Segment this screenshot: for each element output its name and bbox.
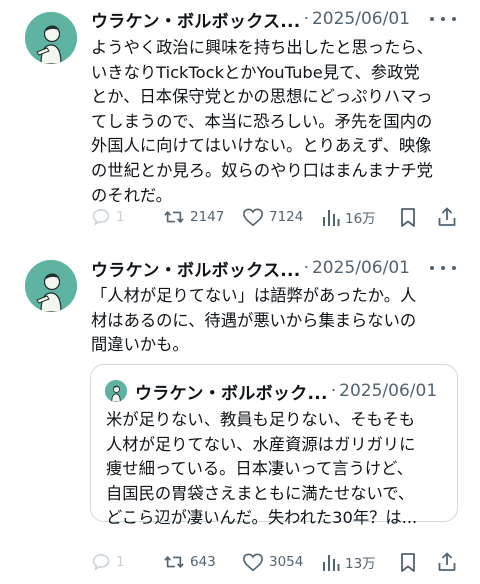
- like-count: 3054: [269, 554, 304, 570]
- action-bar: 1 2147 7124 16万: [91, 205, 460, 229]
- views-button[interactable]: 13万: [322, 550, 376, 574]
- post-date[interactable]: 2025/06/01: [312, 258, 410, 278]
- action-bar: 1 643 3054 13万: [91, 550, 460, 574]
- repost-button[interactable]: 2147: [163, 205, 224, 229]
- separator: ·: [303, 258, 309, 278]
- like-button[interactable]: 3054: [242, 550, 303, 574]
- separator: ·: [330, 381, 337, 401]
- author-name[interactable]: ウラケン・ボルボックス...: [91, 7, 301, 32]
- quoted-header: ウラケン・ボルボック... · 2025/06/01: [135, 378, 437, 404]
- like-count: 7124: [269, 209, 304, 225]
- share-icon: [437, 207, 457, 227]
- repost-count: 2147: [190, 209, 225, 225]
- heart-icon: [242, 552, 264, 572]
- avatar[interactable]: [25, 260, 77, 312]
- share-button[interactable]: [437, 205, 457, 229]
- views-button[interactable]: 16万: [322, 205, 376, 229]
- bookmark-button[interactable]: [399, 550, 417, 574]
- repost-count: 643: [190, 554, 216, 570]
- heart-icon: [242, 207, 264, 227]
- reply-count: 1: [116, 554, 125, 570]
- bookmark-icon: [399, 552, 417, 572]
- reply-icon: [91, 207, 111, 227]
- reply-count: 1: [116, 209, 125, 225]
- bookmark-icon: [399, 207, 417, 227]
- repost-icon: [163, 552, 185, 572]
- views-count: 13万: [345, 556, 376, 572]
- post[interactable]: ウラケン・ボルボックス... · 2025/06/01 「人材が足りてない」は語…: [0, 252, 480, 584]
- reply-button[interactable]: 1: [91, 550, 125, 574]
- more-icon[interactable]: [430, 9, 456, 29]
- quoted-date: 2025/06/01: [339, 381, 438, 401]
- reply-icon: [91, 552, 111, 572]
- more-icon[interactable]: [430, 258, 456, 278]
- like-button[interactable]: 7124: [242, 205, 303, 229]
- bookmark-button[interactable]: [399, 205, 417, 229]
- quoted-author-name: ウラケン・ボルボック...: [135, 383, 328, 404]
- views-icon: [322, 207, 340, 227]
- views-count: 16万: [345, 211, 376, 227]
- quoted-text: 米が足りない、教員も足りない、そもそも 人材が足りてない、水産資源はガリガリに …: [106, 410, 418, 528]
- post-text: 「人材が足りてない」は語弊があったか。人 材はあるのに、待遇が悪いから集まらない…: [91, 286, 417, 355]
- share-button[interactable]: [437, 550, 457, 574]
- separator: ·: [303, 9, 309, 29]
- repost-button[interactable]: 643: [163, 550, 216, 574]
- post-text: ようやく政治に興味を持ち出したと思ったら、 いきなりTickTockとかYouT…: [91, 38, 433, 205]
- repost-icon: [163, 207, 185, 227]
- post-header: ウラケン・ボルボックス... · 2025/06/01: [91, 255, 410, 281]
- avatar[interactable]: [25, 12, 77, 64]
- reply-button[interactable]: 1: [91, 205, 125, 229]
- post[interactable]: ウラケン・ボルボックス... · 2025/06/01 ようやく政治に興味を持ち…: [0, 0, 480, 250]
- post-date[interactable]: 2025/06/01: [312, 9, 410, 29]
- quoted-avatar: [105, 380, 127, 402]
- views-icon: [322, 552, 340, 572]
- share-icon: [437, 552, 457, 572]
- quoted-post[interactable]: ウラケン・ボルボック... · 2025/06/01 米が足りない、教員も足りな…: [90, 364, 458, 527]
- post-header: ウラケン・ボルボックス... · 2025/06/01: [91, 6, 410, 32]
- author-name[interactable]: ウラケン・ボルボックス...: [91, 256, 301, 281]
